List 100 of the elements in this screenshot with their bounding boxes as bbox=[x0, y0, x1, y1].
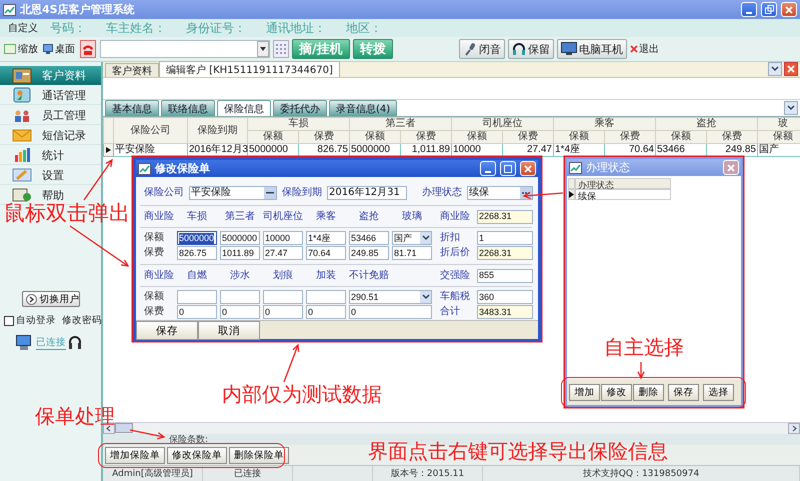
exit-button[interactable]: 退出 bbox=[630, 42, 659, 56]
footer-button[interactable]: 修改保险单 bbox=[167, 446, 227, 464]
dropdown-field[interactable]: 290.51 bbox=[349, 290, 432, 304]
tab[interactable]: 委托代办 bbox=[273, 100, 327, 116]
input-field[interactable]: 1*4座 bbox=[306, 231, 346, 245]
dialog-button[interactable]: 删除 bbox=[633, 384, 664, 400]
total-field[interactable]: 3483.31 bbox=[477, 305, 533, 319]
input-field[interactable]: 0 bbox=[177, 305, 217, 319]
annotation-text: 鼠标双击弹出 bbox=[4, 203, 130, 224]
input-field[interactable]: 81.71 bbox=[392, 246, 432, 260]
footer-button[interactable]: 删除保险单 bbox=[229, 446, 289, 464]
monitor-icon bbox=[43, 44, 53, 54]
field-label: 商业险 bbox=[440, 210, 471, 222]
input-field[interactable]: 1011.89 bbox=[220, 246, 260, 260]
dialog-button[interactable]: 取消 bbox=[198, 321, 260, 340]
input-field[interactable]: 5000000 bbox=[177, 231, 217, 245]
column-header: 保费 bbox=[298, 130, 350, 144]
minimize-button[interactable] bbox=[741, 2, 757, 17]
column-label: 商业险 bbox=[144, 270, 174, 282]
scrollbar-thumb[interactable] bbox=[115, 423, 133, 433]
toolbar-button[interactable]: 电脑耳机 bbox=[556, 39, 627, 59]
toolbar-button[interactable]: 保留 bbox=[508, 39, 554, 59]
switch-user-button[interactable]: 切换用户 bbox=[22, 291, 80, 307]
tab[interactable]: 编辑客户 [KH1511191117344670] bbox=[159, 61, 340, 77]
sidebar-item[interactable]: 员工管理 bbox=[0, 106, 101, 125]
row-indicator[interactable] bbox=[104, 144, 114, 156]
dialog-button[interactable]: 修改 bbox=[601, 384, 632, 400]
dialog-button[interactable]: 保存 bbox=[668, 384, 699, 400]
chevron-down-icon bbox=[771, 66, 779, 72]
tab[interactable]: 联络信息 bbox=[161, 100, 215, 116]
sidebar-item[interactable]: 短信记录 bbox=[0, 126, 101, 145]
close-icon bbox=[787, 65, 795, 73]
chevron-right-icon bbox=[26, 294, 36, 304]
input-field[interactable]: 10000 bbox=[263, 231, 303, 245]
triangle-icon bbox=[569, 191, 574, 198]
app-icon bbox=[569, 162, 582, 174]
total-field[interactable]: 855 bbox=[477, 268, 533, 282]
tab[interactable]: 保险信息 bbox=[217, 100, 271, 116]
input-field[interactable] bbox=[263, 290, 303, 304]
input-field[interactable]: 5000000 bbox=[220, 231, 260, 245]
input-field[interactable]: 53466 bbox=[349, 231, 389, 245]
column-group-header: 司机座位 bbox=[452, 118, 554, 130]
input-field[interactable]: 27.47 bbox=[263, 246, 303, 260]
total-field[interactable]: 360 bbox=[477, 290, 533, 304]
sidebar-item[interactable]: 客户资料 bbox=[0, 66, 101, 85]
input-field[interactable] bbox=[306, 290, 346, 304]
total-field[interactable]: 2268.31 bbox=[477, 246, 533, 260]
checkbox-label: 自动登录 bbox=[16, 314, 56, 327]
input-field[interactable] bbox=[220, 290, 260, 304]
minimize-icon bbox=[746, 12, 752, 14]
total-field[interactable]: 2268.31 bbox=[477, 210, 533, 224]
column-header: 保费 bbox=[400, 130, 452, 144]
tab[interactable]: 客户资料 bbox=[105, 63, 159, 77]
field-label: 折扣 bbox=[440, 232, 461, 244]
input-field[interactable]: 0 bbox=[349, 305, 432, 319]
input-field[interactable]: 0 bbox=[263, 305, 303, 319]
column-header: 保额 bbox=[656, 130, 706, 144]
row-label: 保额 bbox=[144, 291, 165, 303]
input-field[interactable]: 0 bbox=[306, 305, 346, 319]
annotation-arrow bbox=[83, 158, 113, 200]
view-option[interactable]: 桌面 bbox=[43, 42, 75, 56]
tab[interactable]: 录音信息(4) bbox=[329, 100, 398, 116]
minimize-button[interactable] bbox=[480, 161, 496, 176]
toolbar-button[interactable]: 闭音 bbox=[458, 39, 505, 59]
input-field[interactable] bbox=[177, 290, 217, 304]
change-password-link[interactable]: 修改密码 bbox=[62, 314, 102, 327]
field-label: 保险到期 bbox=[282, 187, 323, 199]
restore-button[interactable] bbox=[761, 2, 777, 17]
date-field[interactable]: 2016年12月31 bbox=[327, 186, 407, 200]
dropdown-button[interactable] bbox=[784, 101, 798, 115]
tab[interactable]: 基本信息 bbox=[105, 100, 159, 116]
input-field[interactable]: 续保 bbox=[467, 186, 533, 200]
dropdown-field[interactable]: 国产 bbox=[392, 231, 432, 245]
sidebar-item[interactable]: 通话管理 bbox=[0, 86, 101, 105]
total-field[interactable]: 1 bbox=[477, 231, 533, 245]
checkbox[interactable] bbox=[4, 316, 14, 326]
input-field[interactable]: 826.75 bbox=[177, 246, 217, 260]
browse-button[interactable] bbox=[264, 187, 276, 199]
footer-button[interactable]: 增加保险单 bbox=[105, 446, 165, 464]
sidebar-item[interactable]: 统计 bbox=[0, 146, 101, 165]
maximize-button[interactable] bbox=[500, 161, 516, 176]
input-field[interactable]: 0 bbox=[220, 305, 260, 319]
info-label: 身份证号： bbox=[186, 20, 246, 36]
zoom-box-icon bbox=[4, 44, 16, 54]
view-option[interactable]: 缩放 bbox=[4, 42, 38, 56]
phone-number-field[interactable] bbox=[100, 40, 270, 58]
column-label: 划痕 bbox=[272, 270, 294, 282]
count-label: 保险条数: bbox=[169, 434, 208, 446]
close-button[interactable] bbox=[784, 62, 798, 76]
input-field[interactable]: 249.85 bbox=[349, 246, 389, 260]
dropdown-button[interactable] bbox=[768, 62, 782, 76]
connection-status: 已连接 bbox=[36, 336, 66, 350]
settings-icon bbox=[12, 167, 32, 183]
input-field[interactable]: 70.64 bbox=[306, 246, 346, 260]
dialog-button[interactable]: 选择 bbox=[703, 384, 734, 400]
dialog-button[interactable]: 增加 bbox=[569, 384, 600, 400]
dropdown-button[interactable] bbox=[257, 41, 269, 57]
sidebar-item[interactable]: 设置 bbox=[0, 166, 101, 185]
row-indicator[interactable] bbox=[568, 189, 575, 200]
dialog-button[interactable]: 保存 bbox=[136, 321, 198, 340]
